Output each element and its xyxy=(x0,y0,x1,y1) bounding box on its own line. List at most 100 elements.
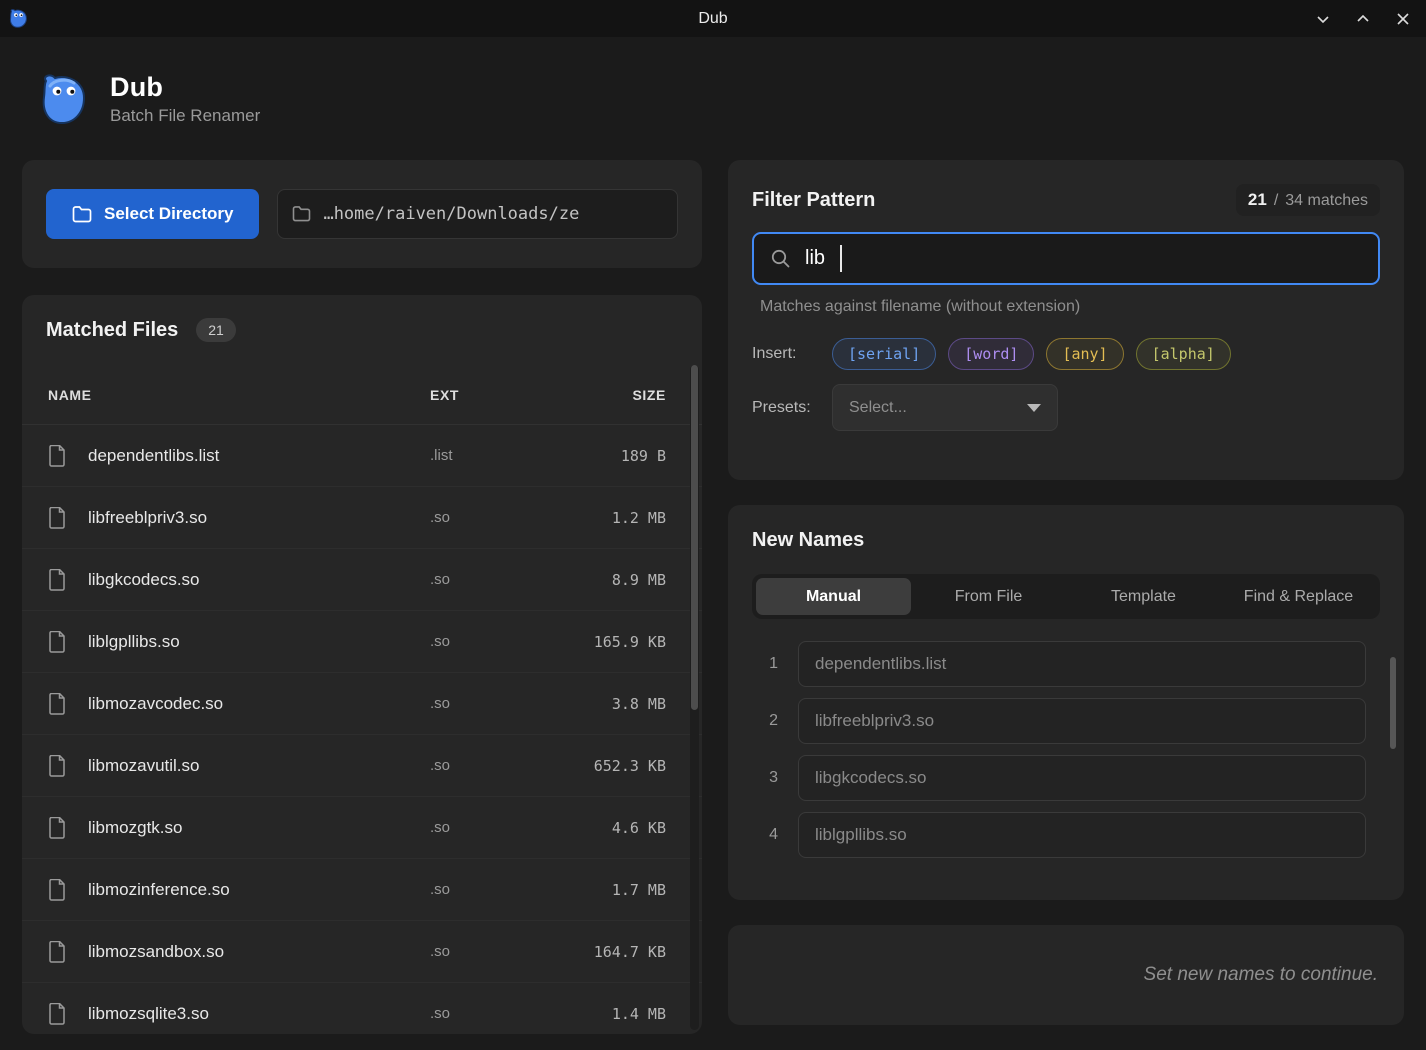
token-chips: [serial] [word] [any] [alpha] xyxy=(832,338,1231,370)
presets-label: Presets: xyxy=(752,398,811,416)
token-any-chip[interactable]: [any] xyxy=(1046,338,1124,370)
file-icon xyxy=(49,692,65,715)
file-size: 652.3 KB xyxy=(593,756,666,775)
new-name-input[interactable]: liblgpllibs.so xyxy=(798,812,1366,858)
file-icon xyxy=(49,630,65,653)
file-name: libfreeblpriv3.so xyxy=(88,507,208,527)
filter-pattern-card: Filter Pattern 21 / 34 matches lib Match… xyxy=(728,160,1404,480)
file-ext: .so xyxy=(430,819,451,836)
matched-files-card: Matched Files 21 NAME EXT SIZE dependent… xyxy=(22,295,702,1034)
select-directory-button[interactable]: Select Directory xyxy=(46,189,260,239)
matched-files-title: Matched Files xyxy=(46,318,179,341)
window-controls xyxy=(1310,0,1416,37)
directory-card: Select Directory …home/raiven/Downloads/… xyxy=(22,160,702,268)
filter-hint: Matches against filename (without extens… xyxy=(760,298,1081,315)
match-count-separator: / xyxy=(1273,192,1279,209)
text-caret xyxy=(840,245,843,272)
name-entry: 4 liblgpllibs.so xyxy=(752,812,1380,858)
minimize-button[interactable] xyxy=(1310,6,1336,32)
new-name-input[interactable]: dependentlibs.list xyxy=(798,641,1366,687)
file-ext: .so xyxy=(430,633,451,650)
names-scrollbar-thumb[interactable] xyxy=(1390,657,1396,749)
new-names-entries: 1 dependentlibs.list 2 libfreeblpriv3.so… xyxy=(752,641,1380,861)
app-title-block: Dub Batch File Renamer xyxy=(110,72,260,126)
match-count: 21 / 34 matches xyxy=(1235,184,1380,216)
tab-manual[interactable]: Manual xyxy=(756,578,911,615)
app-logo-icon xyxy=(38,72,88,126)
right-column: Filter Pattern 21 / 34 matches lib Match… xyxy=(728,160,1404,1034)
files-table-header: NAME EXT SIZE xyxy=(22,365,702,425)
app-subtitle: Batch File Renamer xyxy=(110,105,261,125)
file-ext: .so xyxy=(430,943,451,960)
new-name-input[interactable]: libgkcodecs.so xyxy=(798,755,1366,801)
file-ext: .so xyxy=(430,1005,451,1022)
filter-query-text: lib xyxy=(805,247,826,269)
table-row[interactable]: libmozsandbox.so .so 164.7 KB xyxy=(22,921,702,983)
table-row[interactable]: libgkcodecs.so .so 8.9 MB xyxy=(22,549,702,611)
tab-from-file[interactable]: From File xyxy=(911,578,1066,615)
entry-number: 1 xyxy=(769,655,778,672)
insert-label: Insert: xyxy=(752,345,797,362)
table-row[interactable]: libmozgtk.so .so 4.6 KB xyxy=(22,797,702,859)
token-alpha-chip[interactable]: [alpha] xyxy=(1135,338,1231,370)
file-size: 189 B xyxy=(620,446,666,465)
new-names-title: New Names xyxy=(752,529,865,551)
file-name: libmozinference.so xyxy=(88,879,230,899)
file-icon xyxy=(49,816,65,839)
filter-pattern-input[interactable]: lib xyxy=(752,232,1380,285)
file-icon xyxy=(49,940,65,963)
status-message: Set new names to continue. xyxy=(1143,964,1378,985)
table-row[interactable]: libmozavutil.so .so 652.3 KB xyxy=(22,735,702,797)
entry-number: 3 xyxy=(769,769,778,786)
file-name: libgkcodecs.so xyxy=(88,569,200,589)
files-scrollbar-thumb[interactable] xyxy=(691,365,698,710)
file-ext: .so xyxy=(430,571,451,588)
new-names-card: New Names Manual From File Template Find… xyxy=(728,505,1404,900)
file-ext: .list xyxy=(430,447,453,464)
file-ext: .so xyxy=(430,695,451,712)
status-card: Set new names to continue. xyxy=(728,925,1404,1025)
file-icon xyxy=(49,1002,65,1025)
table-row[interactable]: liblgpllibs.so .so 165.9 KB xyxy=(22,611,702,673)
file-size: 1.7 MB xyxy=(611,880,666,899)
entry-value: libgkcodecs.so xyxy=(815,768,927,787)
new-name-input[interactable]: libfreeblpriv3.so xyxy=(798,698,1366,744)
folder-icon xyxy=(72,205,92,222)
token-serial-chip[interactable]: [serial] xyxy=(832,338,937,370)
close-button[interactable] xyxy=(1390,6,1416,32)
file-name: libmozgtk.so xyxy=(88,817,183,837)
folder-icon xyxy=(293,206,311,222)
file-size: 8.9 MB xyxy=(611,570,666,589)
maximize-button[interactable] xyxy=(1350,6,1376,32)
match-count-total: 34 matches xyxy=(1285,192,1368,209)
app-window: Dub Dub Batch File Renamer Select Direct… xyxy=(0,0,1426,1050)
file-size: 4.6 KB xyxy=(611,818,666,837)
file-size: 1.4 MB xyxy=(611,1004,666,1023)
table-row[interactable]: libmozavcodec.so .so 3.8 MB xyxy=(22,673,702,735)
entry-value: libfreeblpriv3.so xyxy=(815,711,935,730)
file-name: liblgpllibs.so xyxy=(88,631,180,651)
filter-pattern-header: Filter Pattern 21 / 34 matches xyxy=(752,184,1380,216)
file-icon xyxy=(49,878,65,901)
table-row[interactable]: dependentlibs.list .list 189 B xyxy=(22,425,702,487)
file-icon xyxy=(49,568,65,591)
file-ext: .so xyxy=(430,509,451,526)
table-row[interactable]: libmozsqlite3.so .so 1.4 MB xyxy=(22,983,702,1034)
token-word-chip[interactable]: [word] xyxy=(948,338,1035,370)
file-name: libmozavcodec.so xyxy=(88,693,224,713)
column-header-name: NAME xyxy=(48,386,92,403)
presets-dropdown[interactable]: Select... xyxy=(832,384,1058,431)
window-title: Dub xyxy=(698,9,728,27)
file-name: dependentlibs.list xyxy=(88,445,220,465)
file-icon xyxy=(49,506,65,529)
tab-find-replace[interactable]: Find & Replace xyxy=(1221,578,1376,615)
directory-path-field[interactable]: …home/raiven/Downloads/ze xyxy=(277,189,678,239)
matched-files-header: Matched Files 21 xyxy=(22,295,702,365)
insert-row: Insert: [serial] [word] [any] [alpha] xyxy=(752,338,1380,370)
table-row[interactable]: libmozinference.so .so 1.7 MB xyxy=(22,859,702,921)
file-name: libmozavutil.so xyxy=(88,755,200,775)
file-icon xyxy=(49,444,65,467)
tab-template[interactable]: Template xyxy=(1066,578,1221,615)
table-row[interactable]: libfreeblpriv3.so .so 1.2 MB xyxy=(22,487,702,549)
file-name: libmozsqlite3.so xyxy=(88,1003,209,1023)
